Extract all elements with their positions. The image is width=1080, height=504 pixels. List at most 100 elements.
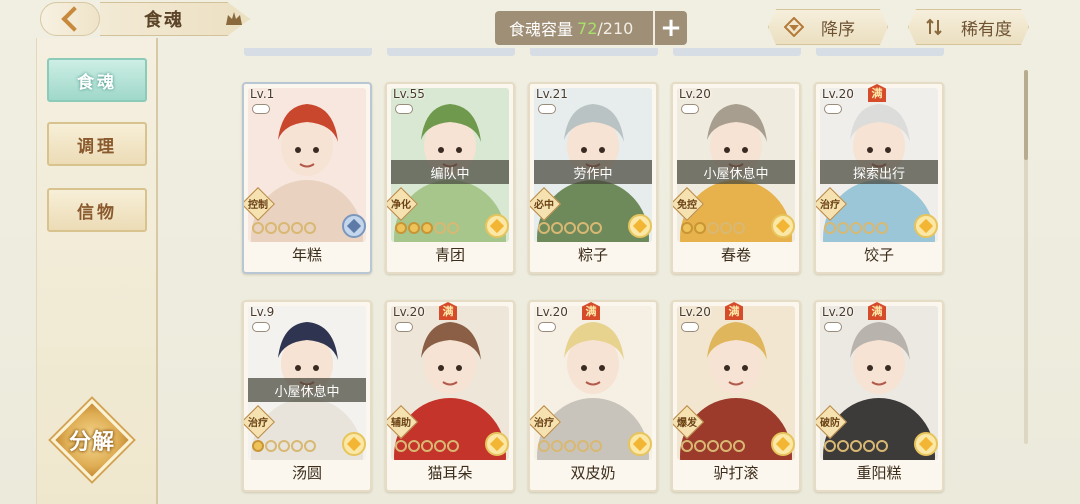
star-icon xyxy=(434,222,446,234)
star-icon xyxy=(421,440,433,452)
character-name: 粽子 xyxy=(577,246,608,264)
star-rating xyxy=(252,440,316,452)
star-rating xyxy=(824,440,888,452)
star-icon xyxy=(395,440,407,452)
food-soul-card[interactable]: Lv.9 小屋休息中 治疗 汤圆 xyxy=(242,300,372,492)
character-name: 春卷 xyxy=(720,246,751,264)
food-soul-card[interactable]: Lv.20 满探索出行 治疗 饺子 xyxy=(814,82,944,274)
food-soul-card[interactable]: Lv.21 劳作中 必中 粽子 xyxy=(528,82,658,274)
decompose-label: 分解 xyxy=(68,430,115,455)
sort-rarity-label: 稀有度 xyxy=(961,19,1012,40)
role-label: 治疗 xyxy=(534,418,554,429)
chat-bubble-icon xyxy=(538,104,556,114)
quality-flower-icon xyxy=(914,214,938,238)
quality-flower-icon xyxy=(628,214,652,238)
star-icon xyxy=(538,440,550,452)
food-soul-card[interactable]: Lv.20 小屋休息中 免控 春卷 xyxy=(671,82,801,274)
top-bar: 食魂 食魂容量 72 /210 + 降序 稀有度 xyxy=(0,0,1080,46)
previous-row-edge xyxy=(244,48,372,56)
star-icon xyxy=(434,440,446,452)
previous-row-edge xyxy=(387,48,515,56)
food-soul-card[interactable]: Lv.20 满破防 重阳糕 xyxy=(814,300,944,492)
star-icon xyxy=(681,440,693,452)
star-rating xyxy=(395,222,459,234)
food-soul-card[interactable]: Lv.20 满爆发驴打滚 xyxy=(671,300,801,492)
star-rating xyxy=(681,222,745,234)
star-icon xyxy=(265,222,277,234)
star-icon xyxy=(421,222,433,234)
role-label: 破防 xyxy=(820,418,840,429)
character-name: 饺子 xyxy=(863,246,894,264)
star-icon xyxy=(824,440,836,452)
capacity-label: 食魂容量 xyxy=(509,20,574,39)
capacity-current: 72 xyxy=(577,18,598,38)
star-icon xyxy=(707,440,719,452)
star-icon xyxy=(733,440,745,452)
star-icon xyxy=(837,440,849,452)
star-icon xyxy=(252,222,264,234)
character-name: 猫耳朵 xyxy=(427,464,473,482)
back-button[interactable] xyxy=(40,2,100,36)
quality-flower-icon xyxy=(485,432,509,456)
star-rating xyxy=(681,440,745,452)
star-icon xyxy=(408,440,420,452)
star-icon xyxy=(694,440,706,452)
quality-flower-icon xyxy=(771,432,795,456)
level-label: Lv.9 xyxy=(250,305,275,319)
role-label: 必中 xyxy=(534,200,554,211)
max-badge: 满 xyxy=(725,302,743,320)
chat-bubble-icon xyxy=(395,322,413,332)
sidebar-item-tokens[interactable]: 信物 xyxy=(47,188,147,232)
max-badge: 满 xyxy=(868,84,886,102)
role-label: 免控 xyxy=(677,200,697,211)
star-icon xyxy=(707,222,719,234)
star-icon xyxy=(564,222,576,234)
quality-flower-icon xyxy=(628,432,652,456)
capacity-display: 食魂容量 72 /210 + xyxy=(495,11,687,45)
chat-bubble-icon xyxy=(681,104,699,114)
decompose-button[interactable]: 分解 xyxy=(50,398,134,482)
role-label: 爆发 xyxy=(677,418,697,429)
sort-order-label: 降序 xyxy=(821,19,855,40)
star-icon xyxy=(278,222,290,234)
crown-icon xyxy=(226,12,242,25)
sort-order-button[interactable]: 降序 xyxy=(768,9,888,45)
food-soul-card[interactable]: Lv.55 编队中 净化 青团 xyxy=(385,82,515,274)
quality-flower-icon xyxy=(771,214,795,238)
sidebar-item-cooking[interactable]: 调理 xyxy=(47,122,147,166)
character-name: 重阳糕 xyxy=(856,464,902,482)
star-icon xyxy=(876,440,888,452)
star-icon xyxy=(720,222,732,234)
add-capacity-button[interactable]: + xyxy=(653,11,687,45)
food-soul-card[interactable]: Lv.1 控制 年糕 xyxy=(242,82,372,274)
role-label: 辅助 xyxy=(391,418,411,429)
star-icon xyxy=(447,222,459,234)
sort-rarity-button[interactable]: 稀有度 xyxy=(908,9,1029,45)
chat-bubble-icon xyxy=(824,104,842,114)
star-icon xyxy=(590,440,602,452)
level-label: Lv.20 xyxy=(536,305,568,319)
star-icon xyxy=(577,440,589,452)
quality-flower-icon xyxy=(485,214,509,238)
character-name: 驴打滚 xyxy=(713,464,759,482)
status-label: 小屋休息中 xyxy=(677,160,795,184)
capacity-max: /210 xyxy=(597,18,634,38)
sidebar-item-food-souls[interactable]: 食魂 xyxy=(47,58,147,102)
max-badge: 满 xyxy=(439,302,457,320)
chat-bubble-icon xyxy=(252,104,270,114)
chat-bubble-icon xyxy=(252,322,270,332)
star-rating xyxy=(538,222,602,234)
level-label: Lv.20 xyxy=(679,305,711,319)
chat-bubble-icon xyxy=(824,322,842,332)
level-label: Lv.1 xyxy=(250,87,275,101)
chat-bubble-icon xyxy=(395,104,413,114)
chat-bubble-icon xyxy=(681,322,699,332)
star-icon xyxy=(408,222,420,234)
food-soul-card[interactable]: Lv.20 满治疗 双皮奶 xyxy=(528,300,658,492)
scrollbar-thumb[interactable] xyxy=(1024,70,1028,160)
status-label: 小屋休息中 xyxy=(248,378,366,402)
food-soul-card[interactable]: Lv.20 满辅助 猫耳朵 xyxy=(385,300,515,492)
star-rating xyxy=(824,222,888,234)
star-icon xyxy=(850,440,862,452)
star-icon xyxy=(252,440,264,452)
